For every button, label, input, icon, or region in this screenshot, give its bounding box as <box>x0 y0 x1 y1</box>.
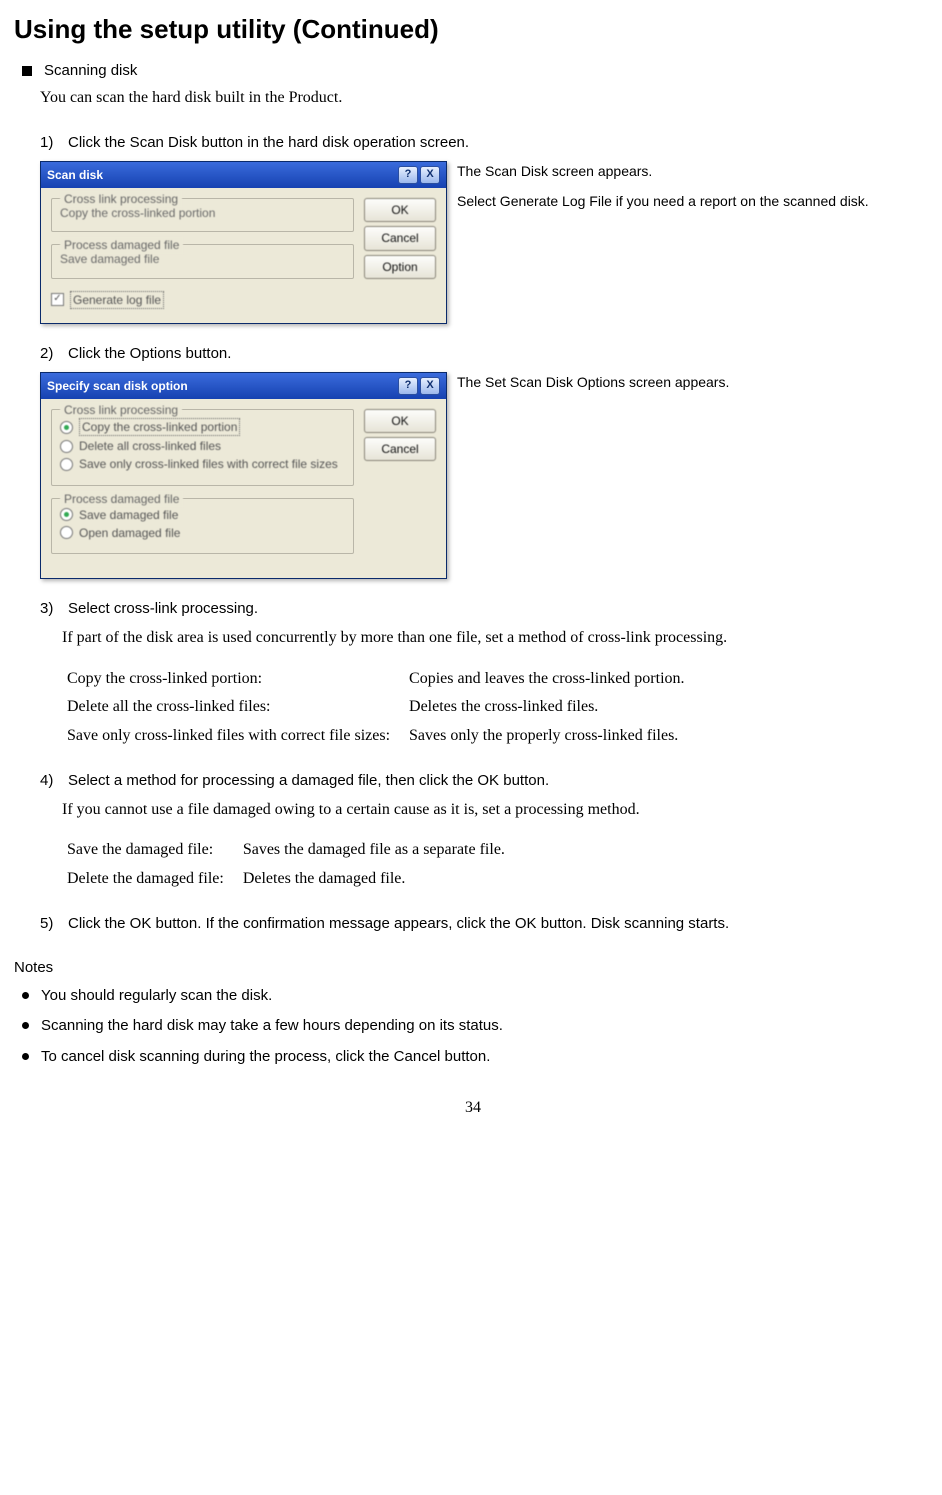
radio-icon[interactable] <box>60 421 73 434</box>
radio-label: Save only cross-linked files with correc… <box>79 456 338 472</box>
opt-label: Copy the cross-linked portion: <box>66 667 406 694</box>
checkbox-icon[interactable]: ✓ <box>51 293 64 306</box>
options-table: Copy the cross-linked portion:Copies and… <box>64 665 703 753</box>
step-number: 1) <box>40 133 60 153</box>
opt-label: Save the damaged file: <box>66 838 240 865</box>
help-button[interactable]: ? <box>398 377 418 395</box>
figure-caption: The Set Scan Disk Options screen appears… <box>457 372 729 392</box>
notes-heading: Notes <box>14 958 932 978</box>
close-button[interactable]: X <box>420 166 440 184</box>
step-number: 5) <box>40 914 60 934</box>
section-heading: Scanning disk <box>44 61 137 81</box>
scan-disk-option-dialog: Specify scan disk option ? X Cross link … <box>40 372 447 579</box>
note-text: You should regularly scan the disk. <box>41 986 272 1006</box>
step-text: Click the Options button. <box>68 344 231 364</box>
group-value: Save damaged file <box>60 251 345 267</box>
page-number: 34 <box>14 1097 932 1119</box>
group-value: Copy the cross-linked portion <box>60 205 345 221</box>
radio-label: Save damaged file <box>79 507 178 523</box>
cancel-button[interactable]: Cancel <box>364 226 436 250</box>
step-body: If you cannot use a file damaged owing t… <box>62 799 932 821</box>
step-text: Select a method for processing a damaged… <box>68 771 549 791</box>
opt-desc: Saves only the properly cross-linked fil… <box>408 724 701 751</box>
step-body: If part of the disk area is used concurr… <box>62 627 932 649</box>
step-text: Select cross-link processing. <box>68 599 258 619</box>
step-text: Click the OK button. If the confirmation… <box>68 914 729 934</box>
option-button[interactable]: Option <box>364 255 436 279</box>
dialog-title: Specify scan disk option <box>47 378 188 394</box>
opt-label: Delete the damaged file: <box>66 867 240 894</box>
step-number: 4) <box>40 771 60 791</box>
radio-icon[interactable] <box>60 508 73 521</box>
bullet-dot-icon <box>22 992 29 999</box>
bullet-dot-icon <box>22 1022 29 1029</box>
opt-desc: Copies and leaves the cross-linked porti… <box>408 667 701 694</box>
note-text: To cancel disk scanning during the proce… <box>41 1047 490 1067</box>
bullet-square-icon <box>22 66 32 76</box>
dialog-title: Scan disk <box>47 167 103 183</box>
step-number: 3) <box>40 599 60 619</box>
group-title: Process damaged file <box>60 491 183 507</box>
radio-icon[interactable] <box>60 458 73 471</box>
radio-icon[interactable] <box>60 440 73 453</box>
ok-button[interactable]: OK <box>364 409 436 433</box>
figure-caption: Select Generate Log File if you need a r… <box>457 191 869 211</box>
opt-desc: Deletes the damaged file. <box>242 867 521 894</box>
bullet-dot-icon <box>22 1053 29 1060</box>
opt-desc: Deletes the cross-linked files. <box>408 695 701 722</box>
ok-button[interactable]: OK <box>364 198 436 222</box>
cancel-button[interactable]: Cancel <box>364 437 436 461</box>
help-button[interactable]: ? <box>398 166 418 184</box>
radio-icon[interactable] <box>60 526 73 539</box>
options-table: Save the damaged file:Saves the damaged … <box>64 836 523 895</box>
opt-desc: Saves the damaged file as a separate fil… <box>242 838 521 865</box>
radio-label: Delete all cross-linked files <box>79 438 221 454</box>
note-text: Scanning the hard disk may take a few ho… <box>41 1016 503 1036</box>
step-text: Click the Scan Disk button in the hard d… <box>68 133 469 153</box>
checkbox-label: Generate log file <box>70 291 164 309</box>
radio-label: Copy the cross-linked portion <box>79 418 240 436</box>
step-number: 2) <box>40 344 60 364</box>
figure-caption: The Scan Disk screen appears. <box>457 161 869 181</box>
close-button[interactable]: X <box>420 377 440 395</box>
radio-label: Open damaged file <box>79 525 180 541</box>
opt-label: Delete all the cross-linked files: <box>66 695 406 722</box>
group-title: Cross link processing <box>60 402 182 418</box>
opt-label: Save only cross-linked files with correc… <box>66 724 406 751</box>
intro-text: You can scan the hard disk built in the … <box>40 87 932 109</box>
scan-disk-dialog: Scan disk ? X Cross link processing Copy… <box>40 161 447 324</box>
page-title: Using the setup utility (Continued) <box>14 12 932 47</box>
